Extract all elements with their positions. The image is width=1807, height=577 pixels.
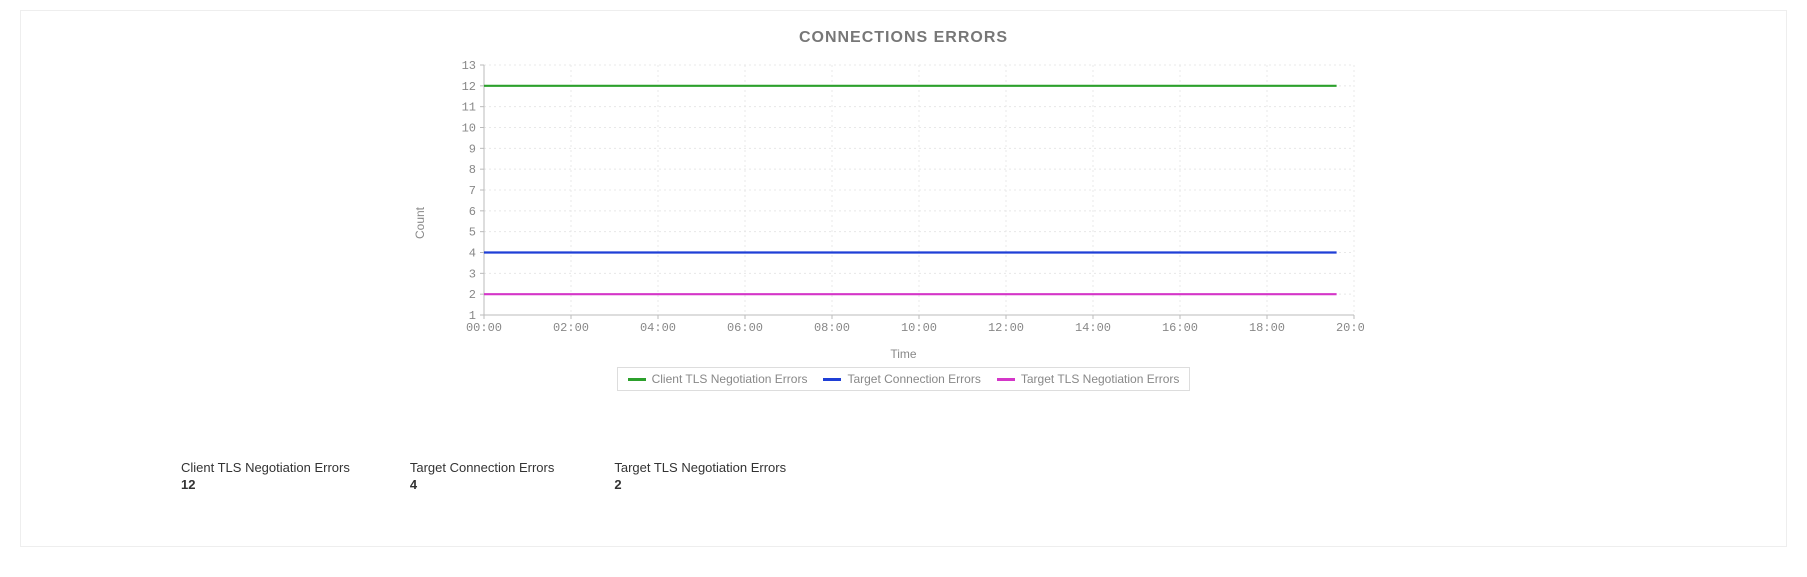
stat-block: Target TLS Negotiation Errors 2 [614,460,786,492]
stat-block: Target Connection Errors 4 [410,460,555,492]
stat-value: 12 [181,477,350,492]
svg-text:06:00: 06:00 [726,321,762,335]
stat-label: Target Connection Errors [410,460,555,475]
svg-text:2: 2 [468,288,475,302]
legend-item[interactable]: Target TLS Negotiation Errors [997,372,1180,386]
svg-text:18:00: 18:00 [1248,321,1284,335]
legend-item[interactable]: Client TLS Negotiation Errors [628,372,808,386]
svg-text:10: 10 [461,122,475,136]
svg-text:11: 11 [461,101,475,115]
page-root: CONNECTIONS ERRORS Count 12 3 4 5 6 7 8 9 10 11 12… [0,0,1807,577]
svg-text:4: 4 [468,247,475,261]
chart-legend: Client TLS Negotiation Errors Target Conn… [617,367,1191,391]
stat-value: 2 [614,477,786,492]
y-axis-label: Count [413,207,427,239]
svg-text:9: 9 [468,142,475,156]
svg-text:13: 13 [461,59,475,73]
chart-panel: CONNECTIONS ERRORS Count 12 3 4 5 6 7 8 9 10 11 12… [20,10,1787,547]
svg-text:8: 8 [468,163,475,177]
stat-label: Client TLS Negotiation Errors [181,460,350,475]
summary-stats: Client TLS Negotiation Errors 12 Target Co… [181,460,786,492]
stat-value: 4 [410,477,555,492]
legend-label: Target TLS Negotiation Errors [1021,372,1180,386]
legend-swatch [997,378,1015,381]
svg-text:5: 5 [468,226,475,240]
svg-text:12: 12 [461,80,475,94]
svg-text:14:00: 14:00 [1074,321,1110,335]
svg-text:3: 3 [468,267,475,281]
svg-text:7: 7 [468,184,475,198]
chart-area: Count 1234567891011121300:0002:0004:0006… [444,55,1364,391]
svg-text:08:00: 08:00 [813,321,849,335]
chart-title: CONNECTIONS ERRORS [21,29,1786,47]
svg-text:10:00: 10:00 [900,321,936,335]
svg-text:12:00: 12:00 [987,321,1023,335]
x-axis-label: Time [444,347,1364,361]
svg-text:20:00: 20:00 [1335,321,1363,335]
svg-text:02:00: 02:00 [552,321,588,335]
svg-text:04:00: 04:00 [639,321,675,335]
legend-item[interactable]: Target Connection Errors [823,372,980,386]
legend-swatch [628,378,646,381]
svg-text:00:00: 00:00 [465,321,501,335]
legend-label: Client TLS Negotiation Errors [652,372,808,386]
legend-label: Target Connection Errors [847,372,980,386]
stat-label: Target TLS Negotiation Errors [614,460,786,475]
legend-swatch [823,378,841,381]
stat-block: Client TLS Negotiation Errors 12 [181,460,350,492]
chart-svg: 1234567891011121300:0002:0004:0006:0008:… [444,55,1364,345]
svg-text:6: 6 [468,205,475,219]
svg-text:16:00: 16:00 [1161,321,1197,335]
